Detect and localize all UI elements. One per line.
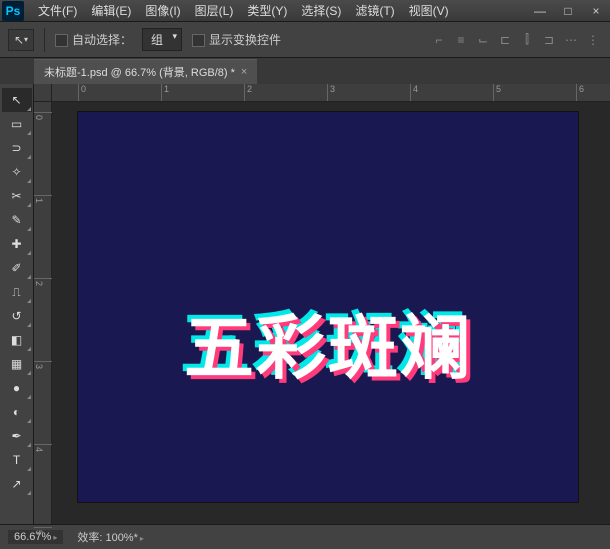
clone-stamp-tool[interactable]: ⎍ <box>2 280 32 304</box>
gradient-tool[interactable]: ▦ <box>2 352 32 376</box>
lasso-tool[interactable]: ⊃ <box>2 136 32 160</box>
distribute-h-icon[interactable]: ⋯ <box>562 31 580 49</box>
ruler-tick: 1 <box>161 84 169 102</box>
ruler-tick: 3 <box>34 361 52 369</box>
ruler-tick: 3 <box>327 84 335 102</box>
auto-select-target-dropdown[interactable]: 组 <box>142 28 182 51</box>
brush-tool[interactable]: ✐ <box>2 256 32 280</box>
active-tool-indicator[interactable]: ↖▾ <box>8 29 34 51</box>
canvas-area: 0 1 2 3 4 5 6 0 1 2 3 4 5 五彩斑斓 五彩斑斓 五彩斑斓 <box>34 84 610 524</box>
menu-item[interactable]: 编辑(E) <box>85 0 137 21</box>
alignment-toolbar: ⌐ ≡ ⌙ ⊏ ⫿ ⊐ ⋯ ⋮ <box>430 31 602 49</box>
ruler-tick: 2 <box>244 84 252 102</box>
close-button[interactable]: × <box>582 1 610 21</box>
path-select-tool[interactable]: ↗ <box>2 472 32 496</box>
menu-bar: 文件(F)编辑(E)图像(I)图层(L)类型(Y)选择(S)滤镜(T)视图(V) <box>32 0 526 21</box>
align-bottom-icon[interactable]: ⌙ <box>474 31 492 49</box>
show-transform-checkbox[interactable]: 显示变换控件 <box>192 31 281 48</box>
spot-heal-tool[interactable]: ✚ <box>2 232 32 256</box>
vertical-ruler: 012345 <box>34 102 52 524</box>
maximize-button[interactable]: □ <box>554 1 582 21</box>
document-tab-title: 未标题-1.psd @ 66.7% (背景, RGB/8) * <box>44 64 235 80</box>
close-tab-icon[interactable]: × <box>241 66 247 78</box>
distribute-v-icon[interactable]: ⋮ <box>584 31 602 49</box>
marquee-tool[interactable]: ▭ <box>2 112 32 136</box>
menu-item[interactable]: 滤镜(T) <box>349 0 400 21</box>
text-main: 五彩斑斓 <box>184 309 472 387</box>
workspace: ↖▭⊃✧✂✎✚✐⎍↺◧▦●◐✒T↗ 0 1 2 3 4 5 6 0 1 2 3 4 5 五彩斑斓 五彩… <box>0 84 610 524</box>
show-transform-label: 显示变换控件 <box>209 33 281 47</box>
menu-item[interactable]: 视图(V) <box>403 0 455 21</box>
app-logo: Ps <box>2 1 24 21</box>
ruler-tick: 6 <box>576 84 584 102</box>
tool-panel: ↖▭⊃✧✂✎✚✐⎍↺◧▦●◐✒T↗ <box>0 84 34 524</box>
align-vcenter-icon[interactable]: ≡ <box>452 31 470 49</box>
status-bar: 66.67% 效率: 100%* <box>0 524 610 549</box>
divider <box>44 28 45 52</box>
document-canvas[interactable]: 五彩斑斓 五彩斑斓 五彩斑斓 <box>78 112 578 502</box>
efficiency-readout: 效率: 100%* <box>77 529 144 545</box>
ruler-tick: 5 <box>34 527 52 535</box>
ruler-corner <box>34 84 52 102</box>
magic-wand-tool[interactable]: ✧ <box>2 160 32 184</box>
title-bar: Ps 文件(F)编辑(E)图像(I)图层(L)类型(Y)选择(S)滤镜(T)视图… <box>0 0 610 22</box>
ruler-tick: 5 <box>493 84 501 102</box>
canvas-text-layer: 五彩斑斓 五彩斑斓 五彩斑斓 <box>78 292 578 393</box>
horizontal-ruler: 0 1 2 3 4 5 6 <box>52 84 610 102</box>
document-tab[interactable]: 未标题-1.psd @ 66.7% (背景, RGB/8) * × <box>34 59 257 84</box>
eraser-tool[interactable]: ◧ <box>2 328 32 352</box>
align-top-icon[interactable]: ⌐ <box>430 31 448 49</box>
menu-item[interactable]: 类型(Y) <box>241 0 293 21</box>
blur-tool[interactable]: ● <box>2 376 32 400</box>
auto-select-checkbox[interactable]: 自动选择： <box>55 31 132 48</box>
ruler-tick: 4 <box>410 84 418 102</box>
ruler-tick: 2 <box>34 278 52 286</box>
align-right-icon[interactable]: ⊐ <box>540 31 558 49</box>
menu-item[interactable]: 文件(F) <box>32 0 83 21</box>
align-hcenter-icon[interactable]: ⫿ <box>518 31 536 49</box>
eyedropper-tool[interactable]: ✎ <box>2 208 32 232</box>
type-tool[interactable]: T <box>2 448 32 472</box>
align-left-icon[interactable]: ⊏ <box>496 31 514 49</box>
document-tabs: 未标题-1.psd @ 66.7% (背景, RGB/8) * × <box>0 58 610 84</box>
window-controls: — □ × <box>526 1 610 21</box>
options-bar: ↖▾ 自动选择： 组 显示变换控件 ⌐ ≡ ⌙ ⊏ ⫿ ⊐ ⋯ ⋮ <box>0 22 610 58</box>
crop-tool[interactable]: ✂ <box>2 184 32 208</box>
ruler-tick: 0 <box>78 84 86 102</box>
history-brush-tool[interactable]: ↺ <box>2 304 32 328</box>
pen-tool[interactable]: ✒ <box>2 424 32 448</box>
efficiency-label: 效率: <box>77 532 102 544</box>
menu-item[interactable]: 选择(S) <box>295 0 347 21</box>
auto-select-label: 自动选择： <box>72 33 132 47</box>
ruler-tick: 1 <box>34 195 52 203</box>
ruler-tick: 0 <box>34 112 52 120</box>
menu-item[interactable]: 图层(L) <box>189 0 240 21</box>
minimize-button[interactable]: — <box>526 1 554 21</box>
ruler-tick: 4 <box>34 444 52 452</box>
menu-item[interactable]: 图像(I) <box>139 0 186 21</box>
efficiency-value: 100%* <box>105 532 143 544</box>
move-tool[interactable]: ↖ <box>2 88 32 112</box>
dodge-tool[interactable]: ◐ <box>2 400 32 424</box>
